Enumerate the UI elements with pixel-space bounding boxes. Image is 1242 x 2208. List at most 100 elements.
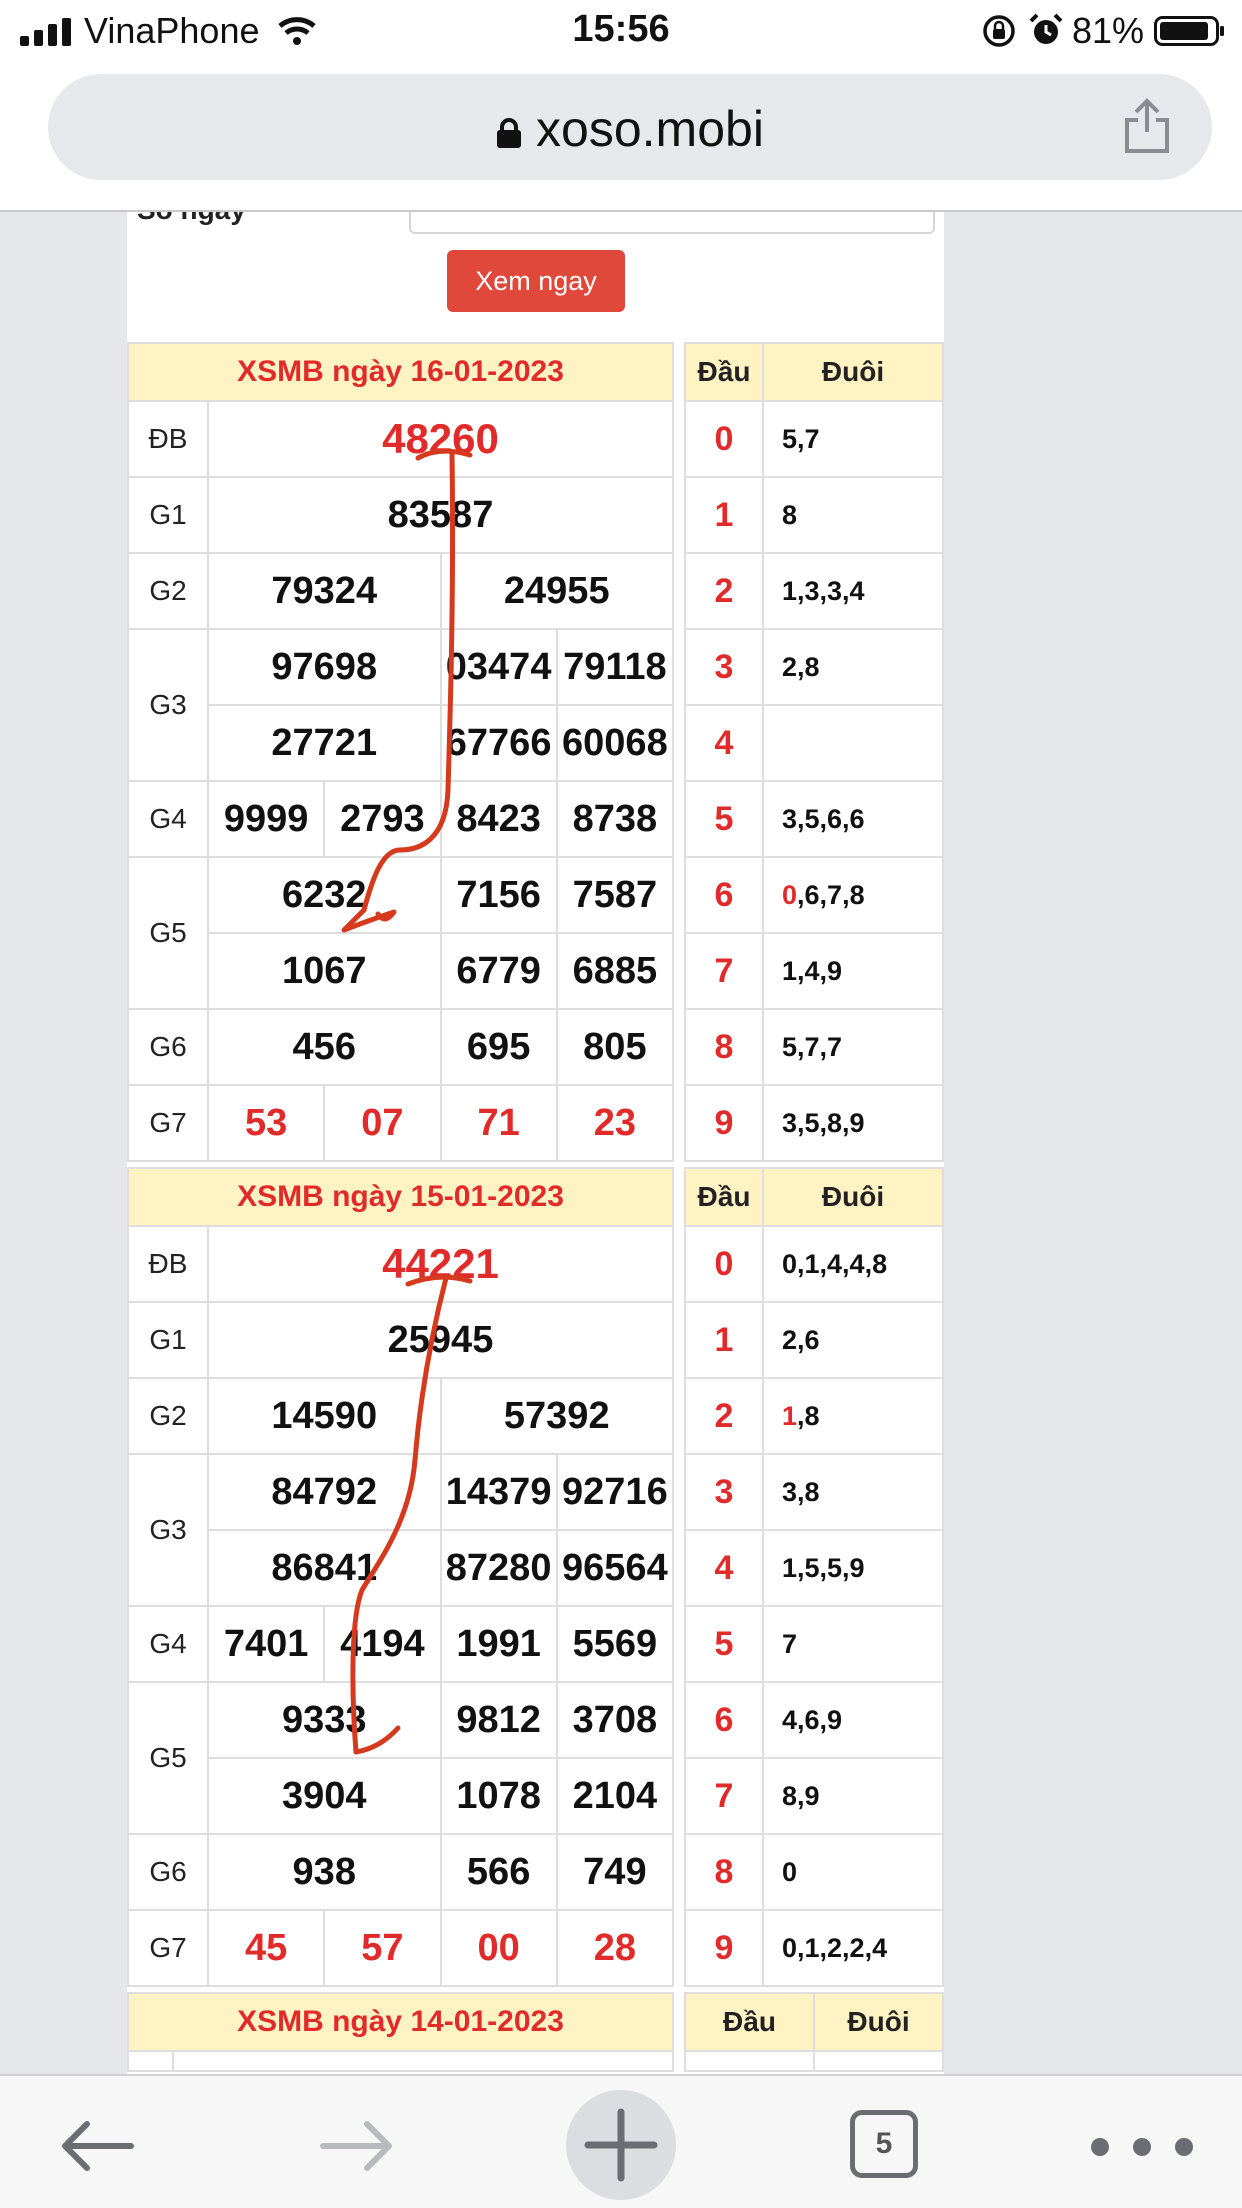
loto-tails: 2,6 [762,1301,944,1379]
loto-table: Đầu Đuôi 0 5,7 1 8 2 1,3,3,4 3 2,8 4 5 3,5,6,6 6 0,6,7… [684,342,944,1162]
prize-number: 48260 [207,400,674,478]
loto-head: 4 [684,704,764,782]
prize-number: 566 [439,1833,558,1911]
more-menu-icon[interactable] [1082,2132,1202,2162]
prize-number: 14590 [207,1377,442,1455]
loto-tails: 2,8 [762,628,944,706]
loto-tails: 1,3,3,4 [762,552,944,630]
results-table: XSMB ngày 16-01-2023 ĐB 48260 G1 83587 G2 7932… [127,342,675,1162]
loto-tails: 3,8 [762,1453,944,1531]
loto-tail-header: Đuôi [813,1992,944,2052]
prize-label: G6 [127,1833,209,1911]
url-display[interactable]: xoso.mobi [48,100,1212,158]
url-text: xoso.mobi [536,101,764,157]
loto-tail-header: Đuôi [762,1167,944,1227]
prize-label: G1 [127,476,209,554]
prize-number: 749 [555,1833,675,1911]
prize-number: 87280 [439,1529,558,1607]
alarm-icon [1029,13,1063,44]
prize-label: G3 [127,1453,209,1607]
forward-button[interactable] [302,2106,412,2186]
prize-number: 456 [207,1008,442,1086]
prize-number: 1078 [439,1757,558,1835]
loto-head: 7 [684,932,764,1010]
back-button[interactable] [42,2106,152,2186]
new-tab-button[interactable] [566,2090,676,2200]
content-column: Số ngày Xem ngay XSMB ngày 16-01-2023ĐB4… [126,212,944,2074]
prize-number: 44221 [207,1225,674,1303]
loto-tails: 0,1,2,2,4 [762,1909,944,1987]
prize-number: 00 [439,1909,558,1987]
prize-label: G4 [127,780,209,858]
prize-number: 9999 [206,780,326,858]
loto-tails: 0 [762,1833,944,1911]
arrow-right-icon [320,2121,392,2171]
loto-tails: 1,5,5,9 [762,1529,944,1607]
prize-number: 14379 [439,1453,558,1531]
results-title: XSMB ngày 16-01-2023 [127,342,674,402]
prize-number: 45 [206,1909,326,1987]
prize-number: 96564 [555,1529,675,1607]
prize-label: G1 [127,1301,209,1379]
loto-tails [762,704,944,782]
date-search-form: Số ngày Xem ngay [127,212,944,342]
prize-label: G7 [127,1084,209,1162]
prize-number: 3904 [207,1757,442,1835]
arrow-left-icon [62,2121,134,2171]
loto-head: 9 [684,1084,764,1162]
prize-number: 938 [207,1833,442,1911]
prize-number: 07 [323,1084,442,1162]
prize-label: G4 [127,1605,209,1683]
loto-head-header: Đầu [684,1992,815,2052]
loto-head: 0 [684,1225,764,1303]
prize-number [172,2050,674,2072]
results-table: XSMB ngày 15-01-2023 ĐB 44221 G1 25945 G2 1459… [127,1167,675,1987]
loto-head: 4 [684,1529,764,1607]
loto-tails [813,2050,944,2072]
prize-label: ĐB [127,1225,209,1303]
results-title: XSMB ngày 14-01-2023 [127,1992,674,2052]
prize-number: 7401 [206,1605,326,1683]
battery-percentage: 81% [1072,10,1145,51]
loto-table: Đầu Đuôi 0 0,1,4,4,8 1 2,6 2 1,8 3 3,8 4 1,5,5,9 5 7 6… [684,1167,944,1987]
loto-tail-header: Đuôi [762,342,944,402]
address-bar[interactable]: xoso.mobi [48,74,1212,180]
results-list: XSMB ngày 16-01-2023 ĐB 48260 G1 83587 G2 7932… [126,342,944,2074]
loto-tails: 3,5,8,9 [762,1084,944,1162]
prize-label: G2 [127,1377,209,1455]
day-results-2: XSMB ngày 14-01-2023 Đầu Đuôi [126,1992,944,2074]
loto-head: 6 [684,1681,764,1759]
prize-number: 9812 [439,1681,558,1759]
share-icon[interactable] [1122,98,1172,154]
prize-number: 9333 [207,1681,442,1759]
loto-head: 7 [684,1757,764,1835]
prize-number: 97698 [207,628,442,706]
prize-number: 25945 [207,1301,674,1379]
prize-number: 5569 [555,1605,675,1683]
loto-tails: 5,7 [762,400,944,478]
loto-head: 3 [684,628,764,706]
loto-tails: 8 [762,476,944,554]
loto-tails: 3,5,6,6 [762,780,944,858]
status-bar: VinaPhone 15:56 81% [0,0,1242,64]
loto-head: 8 [684,1833,764,1911]
prize-number: 2793 [323,780,442,858]
loto-head: 2 [684,1377,764,1455]
prize-label: G5 [127,856,209,1010]
prize-number: 60068 [555,704,675,782]
view-now-button[interactable]: Xem ngay [447,250,625,312]
prize-number: 53 [206,1084,326,1162]
prize-number: 79118 [555,628,675,706]
prize-number: 57392 [439,1377,674,1455]
loto-head-header: Đầu [684,1167,764,1227]
tab-switcher-button[interactable]: 5 [850,2110,918,2178]
prize-number: 23 [555,1084,675,1162]
prize-label [126,2050,175,2072]
loto-tails: 0,1,4,4,8 [762,1225,944,1303]
loto-head: 3 [684,1453,764,1531]
prize-number: 28 [555,1909,675,1987]
battery-icon [1154,16,1224,46]
browser-header: xoso.mobi [0,64,1242,212]
day-results-0: XSMB ngày 16-01-2023 ĐB 48260 G1 83587 G2 7932… [127,342,944,1167]
days-input[interactable] [409,212,935,234]
